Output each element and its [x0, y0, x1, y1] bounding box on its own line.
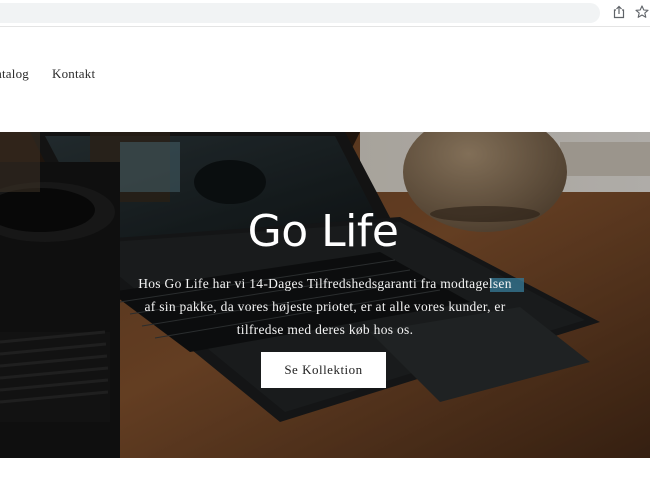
page-content-area	[0, 458, 650, 500]
bookmark-star-icon[interactable]	[634, 5, 650, 21]
browser-toolbar	[0, 0, 650, 27]
share-icon-glyph	[613, 5, 625, 19]
site-header: atalog Kontakt	[0, 28, 650, 132]
see-collection-button[interactable]: Se Kollektion	[261, 352, 386, 388]
hero-title: Go Life	[247, 206, 399, 257]
hero-banner: Go Life Hos Go Life har vi 14-Dages Tilf…	[0, 132, 650, 458]
share-icon[interactable]	[611, 5, 627, 21]
hero-description: Hos Go Life har vi 14-Dages Tilfredsheds…	[138, 276, 512, 337]
nav-link-contact[interactable]: Kontakt	[52, 66, 95, 82]
star-icon-glyph	[635, 5, 649, 18]
nav-link-catalog[interactable]: atalog	[0, 66, 29, 82]
address-bar[interactable]	[0, 3, 600, 23]
